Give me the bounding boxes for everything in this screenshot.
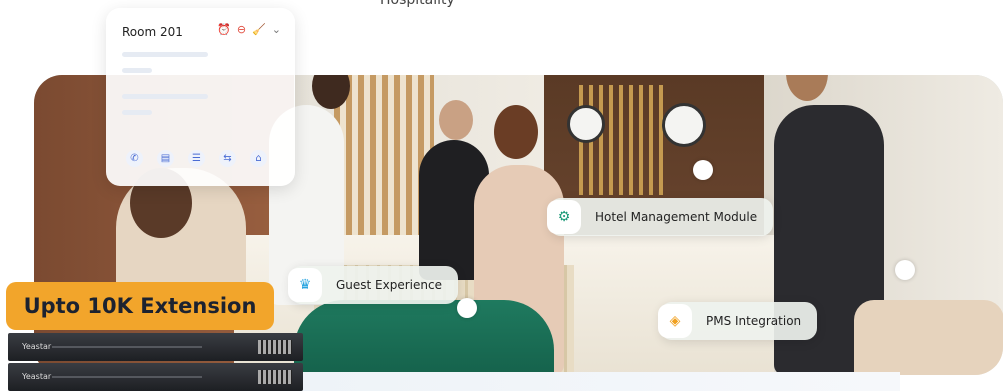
cleaning-icon[interactable]: 🧹: [252, 23, 266, 36]
alarm-clock-icon[interactable]: ⏰: [217, 23, 231, 36]
do-not-disturb-icon[interactable]: ⊖: [237, 23, 246, 36]
hotel-management-chip[interactable]: ⚙ Hotel Management Module: [547, 198, 774, 236]
room-status-card[interactable]: Room 201 ⏰ ⊖ 🧹 ⌄ ✆ ▤ ☰ ⇆ ⌂: [106, 8, 295, 186]
room-status-icons: ⏰ ⊖ 🧹 ⌄: [217, 23, 281, 36]
guest-experience-chip[interactable]: ♛ Guest Experience: [288, 266, 458, 304]
hotspot-dot[interactable]: [895, 260, 915, 280]
gear-icon: ⚙: [547, 200, 581, 234]
chevron-down-icon[interactable]: ⌄: [272, 23, 281, 36]
hotspot-dot[interactable]: [693, 160, 713, 180]
section-caption: Hospitality: [380, 0, 455, 8]
transfer-icon[interactable]: ⇆: [219, 150, 236, 167]
home-icon[interactable]: ⌂: [250, 150, 267, 167]
layers-icon: ◈: [658, 304, 692, 338]
extension-badge: Upto 10K Extension: [6, 282, 274, 330]
document-icon[interactable]: ☰: [188, 150, 205, 167]
room-title: Room 201: [122, 25, 183, 39]
crown-icon: ♛: [288, 268, 322, 302]
pbx-device: Yeastar: [8, 363, 303, 391]
pms-integration-chip[interactable]: ◈ PMS Integration: [658, 302, 818, 340]
phone-icon[interactable]: ✆: [126, 150, 143, 167]
hotspot-dot[interactable]: [457, 298, 477, 318]
room-actions: ✆ ▤ ☰ ⇆ ⌂: [126, 150, 267, 167]
pbx-device: Yeastar: [8, 333, 303, 361]
notes-icon[interactable]: ▤: [157, 150, 174, 167]
